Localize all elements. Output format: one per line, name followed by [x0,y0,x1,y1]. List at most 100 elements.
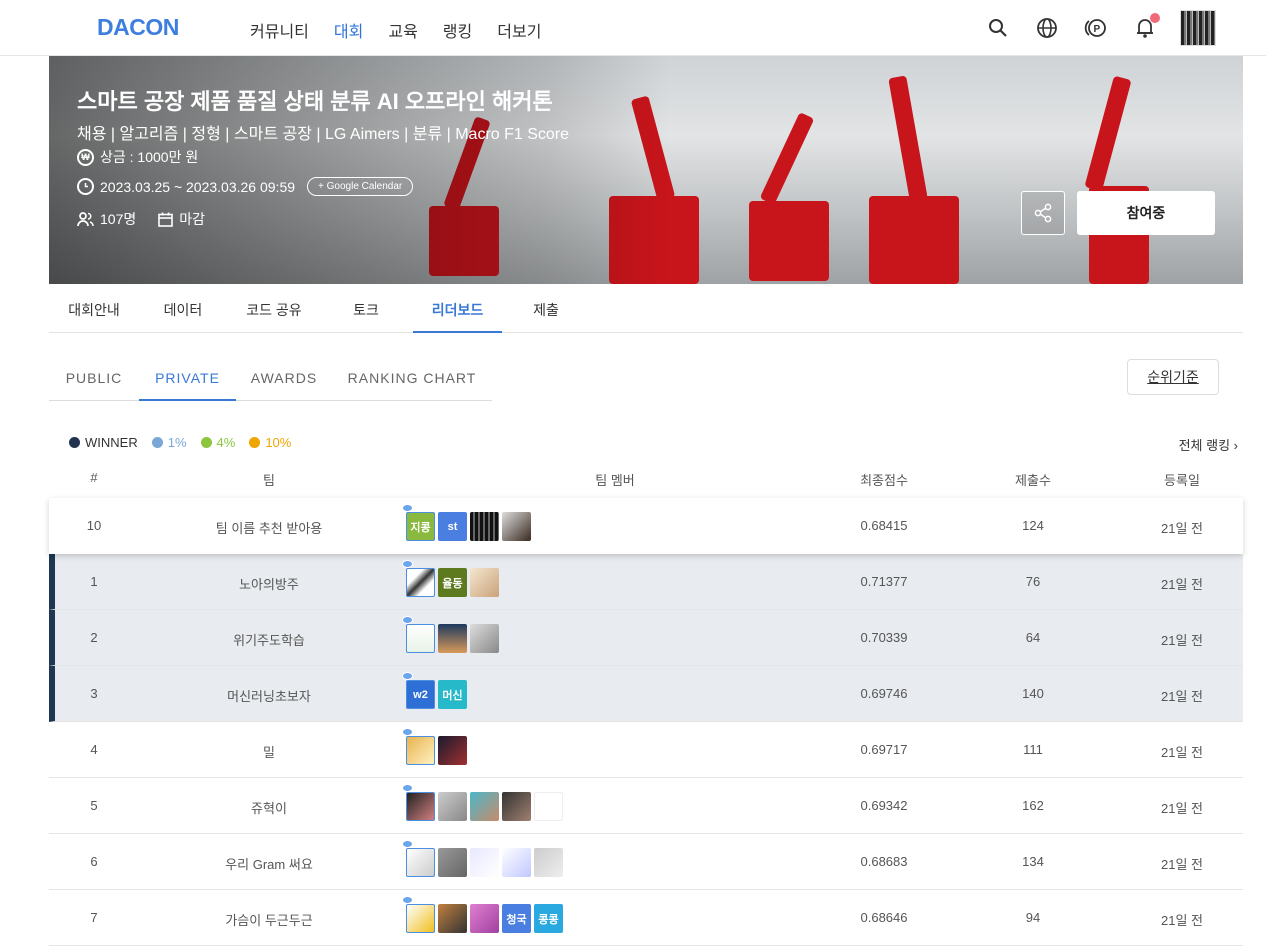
member-avatar[interactable] [470,904,499,933]
member-avatar[interactable] [534,848,563,877]
team-members [402,784,566,821]
member-avatar[interactable] [502,848,531,877]
table-row[interactable]: 3 머신러닝초보자 0.69746 140 21일 전 w2 머신 [49,666,1243,722]
team-members: 지콩 st [402,504,534,541]
member-avatar[interactable] [438,792,467,821]
rank-criteria-button[interactable]: 순위기준 [1127,359,1219,395]
leader-avatar[interactable] [406,904,435,933]
subtab-awards[interactable]: AWARDS [247,370,321,401]
crown-icon [402,504,413,512]
member-avatar[interactable]: st [438,512,467,541]
subtab-private[interactable]: PRIVATE [139,370,236,401]
leader-avatar[interactable] [406,848,435,877]
user-avatar[interactable] [1180,10,1216,46]
submissions-cell: 124 [1022,518,1044,533]
member-avatar[interactable] [438,736,467,765]
registered-cell: 21일 전 [1161,857,1203,872]
table-row[interactable]: 2 위기주도학습 0.70339 64 21일 전 [49,610,1243,666]
all-ranking-link[interactable]: 전체 랭킹 › [1179,435,1238,454]
table-row[interactable]: 7 가슴이 두근두근 0.68646 94 21일 전 청국 콩콩 [49,890,1243,946]
menu-education[interactable]: 교육 [388,18,417,42]
team-name[interactable]: 우리 Gram 써요 [225,854,313,873]
leader-avatar[interactable]: 지콩 [406,512,435,541]
subtab-public[interactable]: PUBLIC [59,370,129,401]
member-avatar[interactable] [438,904,467,933]
leader-avatar[interactable] [406,736,435,765]
menu-ranking[interactable]: 랭킹 [443,18,472,42]
team-name[interactable]: 가슴이 두근두근 [225,910,312,929]
member-avatar[interactable] [470,792,499,821]
join-button[interactable]: 참여중 [1077,191,1215,235]
bell-icon[interactable] [1132,13,1160,41]
member-avatar[interactable]: 청국 [502,904,531,933]
rank-cell: 10 [86,518,102,533]
member-avatar[interactable] [470,568,499,597]
member-avatar[interactable] [438,624,467,653]
tab-leaderboard[interactable]: 리더보드 [413,300,502,333]
member-avatar[interactable] [534,792,563,821]
header-rank: # [90,470,98,485]
leaderboard-subtabs: PUBLIC PRIVATE AWARDS RANKING CHART [49,358,492,401]
globe-icon[interactable] [1034,15,1060,41]
menu-more[interactable]: 더보기 [497,18,541,42]
subtab-ranking-chart[interactable]: RANKING CHART [345,370,479,401]
crown-icon [402,616,413,624]
member-avatar[interactable] [502,792,531,821]
my-team-row[interactable]: 10 팀 이름 추천 받아용 0.68415 124 21일 전 지콩 st [49,498,1243,554]
member-avatar[interactable] [470,512,499,541]
top-icons: P [962,10,1216,46]
team-members: 율동 [402,560,502,597]
member-avatar[interactable]: 머신 [438,680,467,709]
legend-4pct: 4% [200,435,235,450]
rank-cell: 5 [90,798,98,813]
team-members: 청국 콩콩 [402,896,566,933]
member-avatar[interactable]: 율동 [438,568,467,597]
search-icon[interactable] [985,15,1011,41]
team-name[interactable]: 위기주도학습 [233,630,305,649]
crown-icon [402,896,413,904]
leader-avatar[interactable] [406,792,435,821]
score-cell: 0.68415 [860,518,908,533]
leader-avatar[interactable] [406,624,435,653]
team-name[interactable]: 팀 이름 추천 받아용 [216,518,323,537]
point-icon[interactable]: P [1083,15,1109,41]
table-row[interactable]: 4 밀 0.69717 111 21일 전 [49,722,1243,778]
competition-banner: 스마트 공장 제품 품질 상태 분류 AI 오프라인 해커톤 채용 | 알고리즘… [49,56,1243,284]
tab-code-share[interactable]: 코드 공유 [242,300,306,333]
table-row[interactable]: 6 우리 Gram 써요 0.68683 134 21일 전 [49,834,1243,890]
team-name[interactable]: 노아의방주 [239,574,299,593]
main-menu: 커뮤니티 대회 교육 랭킹 더보기 [250,18,566,42]
submissions-cell: 94 [1025,910,1041,925]
crown-icon [402,560,413,568]
share-icon [1034,203,1052,223]
status-text: 마감 [179,211,206,227]
rank-cell: 7 [90,910,98,925]
member-avatar[interactable] [470,624,499,653]
tab-talk[interactable]: 토크 [346,300,386,333]
table-row[interactable]: 5 쥬혁이 0.69342 162 21일 전 [49,778,1243,834]
registered-cell: 21일 전 [1161,577,1203,592]
dacon-logo[interactable]: DACON [97,14,179,41]
participants-count: 107명 [100,211,137,227]
leader-avatar[interactable] [406,568,435,597]
member-avatar[interactable]: 콩콩 [534,904,563,933]
team-name[interactable]: 밀 [263,742,275,761]
member-avatar[interactable] [470,848,499,877]
crown-icon [402,784,413,792]
member-avatar[interactable] [502,512,531,541]
table-row[interactable]: 1 노아의방주 0.71377 76 21일 전 율동 [49,554,1243,610]
team-name[interactable]: 머신러닝초보자 [227,686,311,705]
tab-submit[interactable]: 제출 [527,300,565,333]
menu-community[interactable]: 커뮤니티 [250,18,309,42]
tab-overview[interactable]: 대회안내 [66,300,122,333]
score-cell: 0.69717 [860,742,908,757]
submissions-cell: 134 [1022,854,1044,869]
share-button[interactable] [1021,191,1065,235]
team-name[interactable]: 쥬혁이 [251,798,287,817]
prize-text: 상금 : 1000만 원 [100,149,199,165]
leader-avatar[interactable]: w2 [406,680,435,709]
google-calendar-button[interactable]: + Google Calendar [307,177,414,196]
menu-competition[interactable]: 대회 [334,18,363,42]
member-avatar[interactable] [438,848,467,877]
tab-data[interactable]: 데이터 [161,300,205,333]
